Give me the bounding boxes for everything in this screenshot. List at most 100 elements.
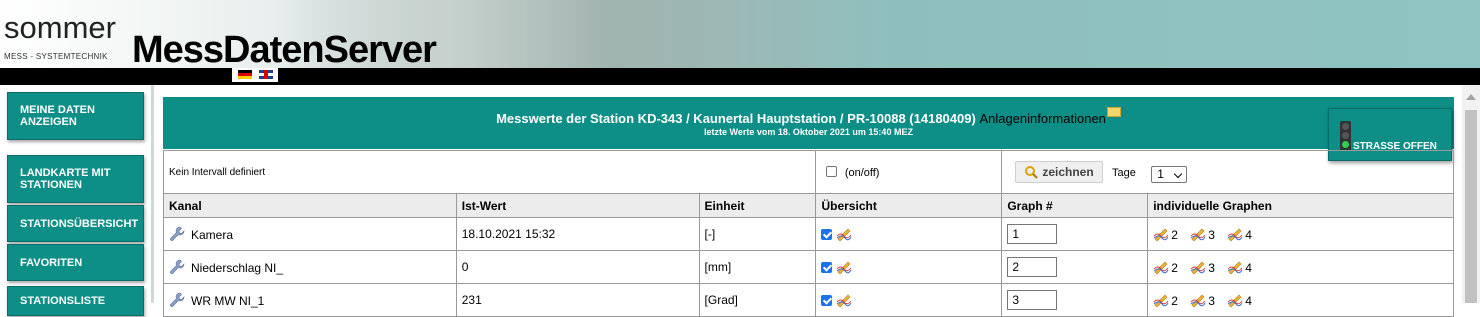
sidebar-item-favorites[interactable]: FAVORITEN [7, 244, 144, 281]
sidebar-item-label: STATIONSÜBERSICHT [20, 217, 139, 230]
chart-pencil-icon [1190, 294, 1206, 307]
traffic-light-icon [1340, 121, 1351, 151]
channel-cell: Niederschlag NI_ [163, 250, 457, 284]
value-cell: 18.10.2021 15:32 [455, 217, 700, 251]
individual-graph-link[interactable]: 4 [1227, 260, 1252, 275]
sidebar-divider [151, 85, 154, 303]
column-header-individual-graphs: individuelle Graphen [1147, 193, 1454, 218]
logo-subtitle: MESS - SYSTEMTECHNIK [4, 52, 108, 61]
individual-graph-link[interactable]: 3 [1190, 293, 1215, 308]
wrench-icon[interactable] [169, 292, 185, 308]
chart-pencil-icon [1190, 228, 1206, 241]
scrollbar-thumb[interactable] [1465, 110, 1477, 303]
table-header-row: Kanal Ist-Wert Einheit Übersicht Graph #… [163, 193, 1454, 218]
table-row: Kamera 18.10.2021 15:32 [-] 2 3 4 [163, 217, 1454, 251]
graph-number-cell [1001, 283, 1149, 317]
column-header-graph: Graph # [1001, 193, 1149, 218]
station-title-text: Messwerte der Station KD-343 / Kaunertal… [496, 111, 976, 126]
unit-cell: [-] [698, 217, 817, 251]
english-flag-icon[interactable] [259, 70, 273, 79]
wrench-icon[interactable] [169, 259, 185, 275]
days-select-value: 1 [1157, 167, 1164, 181]
graph-number-input[interactable] [1007, 257, 1058, 277]
folder-icon[interactable] [1106, 107, 1121, 117]
unit-cell: [mm] [698, 250, 817, 284]
overview-checkbox[interactable] [821, 261, 833, 273]
days-label: Tage [1112, 167, 1136, 179]
sidebar-item-map[interactable]: LANDKARTE MIT STATIONEN [7, 155, 144, 203]
overview-toggle-checkbox[interactable] [826, 166, 838, 177]
chart-pencil-icon [1227, 294, 1243, 307]
overview-cell [815, 250, 1003, 284]
unit-cell: [Grad] [698, 283, 817, 317]
station-panel-header: Messwerte der Station KD-343 / Kaunertal… [163, 97, 1454, 149]
chart-pencil-icon[interactable] [836, 260, 852, 274]
table-row: WR MW NI_1 231 [Grad] 2 3 4 [163, 283, 1454, 317]
wrench-icon[interactable] [169, 226, 185, 242]
chart-pencil-icon[interactable] [836, 293, 852, 307]
sommer-logo[interactable]: sommer [4, 10, 116, 46]
sidebar-item-label: FAVORITEN [20, 256, 83, 269]
individual-graph-link[interactable]: 4 [1227, 293, 1252, 308]
individual-graph-link[interactable]: 4 [1227, 227, 1252, 242]
overview-checkbox[interactable] [821, 228, 833, 240]
table-row: Niederschlag NI_ 0 [mm] 2 3 4 [163, 250, 1454, 284]
chart-pencil-icon [1153, 228, 1169, 241]
german-flag-icon[interactable] [238, 70, 252, 79]
individual-graph-link[interactable]: 2 [1153, 293, 1178, 308]
sidebar-item-my-data[interactable]: MEINE DATEN ANZEIGEN [7, 92, 144, 140]
app-title: MessDatenServer [132, 29, 437, 68]
column-header-channel: Kanal [163, 193, 457, 218]
individual-graphs-cell: 2 3 4 [1147, 217, 1454, 251]
last-values-timestamp: letzte Werte vom 18. Oktober 2021 um 15:… [704, 127, 913, 137]
onoff-label: (on/off) [844, 167, 880, 179]
scroll-up-arrow-icon[interactable] [1466, 94, 1476, 100]
sidebar-item-station-overview[interactable]: STATIONSÜBERSICHT [7, 205, 144, 242]
chart-pencil-icon [1227, 228, 1243, 241]
channel-name: WR MW NI_1 [191, 294, 265, 308]
individual-graph-link[interactable]: 3 [1190, 227, 1215, 242]
station-info-link[interactable]: Anlageninformationen [979, 111, 1105, 126]
chart-pencil-icon [1153, 261, 1169, 274]
channel-name: Niederschlag NI_ [191, 261, 284, 275]
individual-graph-link[interactable]: 2 [1153, 260, 1178, 275]
site-header: sommer MESS - SYSTEMTECHNIK MessDatenSer… [0, 0, 1480, 68]
chart-pencil-icon [1153, 294, 1169, 307]
graph-number-cell [1001, 250, 1149, 284]
individual-graph-link[interactable]: 3 [1190, 260, 1215, 275]
channel-cell: Kamera [163, 217, 457, 251]
chart-pencil-icon [1227, 261, 1243, 274]
station-title: Messwerte der Station KD-343 / Kaunertal… [163, 107, 1454, 126]
sidebar-item-station-list[interactable]: STATIONSLISTE [7, 286, 144, 316]
controls-row: Kein Intervall definiert (on/off) zeichn… [162, 150, 1454, 194]
chart-pencil-icon [1190, 261, 1206, 274]
draw-controls-cell: zeichnen Tage 1 [1001, 150, 1454, 194]
overview-checkbox[interactable] [821, 294, 833, 306]
overview-toggle-cell: (on/off) [815, 150, 1003, 194]
overview-cell [815, 217, 1003, 251]
graph-number-input[interactable] [1007, 290, 1058, 310]
overview-cell [815, 283, 1003, 317]
column-header-unit: Einheit [698, 193, 817, 218]
graph-number-input[interactable] [1007, 224, 1058, 244]
sidebar-item-label: MEINE DATEN ANZEIGEN [20, 104, 95, 128]
channel-name: Kamera [191, 228, 234, 242]
individual-graph-link[interactable]: 2 [1153, 227, 1178, 242]
sidebar-item-label: STATIONSLISTE [20, 295, 106, 307]
value-cell: 231 [455, 283, 700, 317]
channel-cell: WR MW NI_1 [163, 283, 457, 317]
chart-pencil-icon[interactable] [836, 227, 852, 241]
magnifier-icon [1025, 166, 1039, 179]
individual-graphs-cell: 2 3 4 [1147, 250, 1454, 284]
header-divider-bar [0, 68, 1480, 85]
days-select[interactable]: 1 [1151, 166, 1188, 183]
draw-button-label: zeichnen [1042, 165, 1094, 179]
interval-text: Kein Intervall definiert [162, 150, 817, 194]
draw-button[interactable]: zeichnen [1015, 161, 1103, 183]
sidebar-item-label: LANDKARTE MIT STATIONEN [20, 167, 111, 191]
sidebar: MEINE DATEN ANZEIGEN LANDKARTE MIT STATI… [0, 85, 151, 316]
measurement-table: Kein Intervall definiert (on/off) zeichn… [162, 150, 1454, 317]
column-header-overview: Übersicht [815, 193, 1003, 218]
value-cell: 0 [455, 250, 700, 284]
graph-number-cell [1001, 217, 1149, 251]
